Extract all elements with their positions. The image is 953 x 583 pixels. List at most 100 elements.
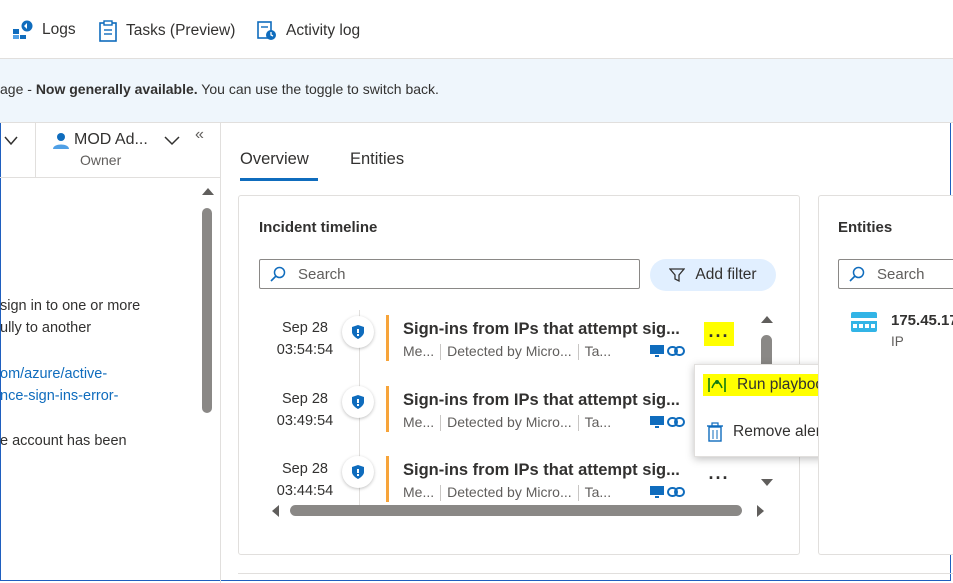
- search-icon: [849, 266, 865, 282]
- severity-bar: [386, 456, 389, 502]
- shield-icon: [342, 456, 374, 488]
- tasks-button[interactable]: Tasks (Preview): [98, 20, 235, 42]
- scroll-up-arrow[interactable]: [760, 314, 774, 324]
- event-meta: Me... Detected by Micro... Ta...: [403, 343, 612, 361]
- tab-entities[interactable]: Entities: [350, 150, 404, 169]
- entity-type: IP: [891, 334, 904, 349]
- left-scrollbar-thumb[interactable]: [202, 208, 212, 413]
- event-meta-severity: Me...: [403, 484, 435, 500]
- banner-text: age - Now generally available. You can u…: [0, 81, 439, 97]
- shield-icon: [342, 386, 374, 418]
- entities-title: Entities: [838, 219, 893, 236]
- event-date-time: 03:44:54: [276, 483, 334, 499]
- activity-log-button[interactable]: Activity log: [256, 20, 360, 42]
- link-icon: [667, 417, 685, 427]
- info-banner: age - Now generally available. You can u…: [0, 58, 953, 123]
- link-icon: [667, 487, 685, 497]
- timeline-search-input[interactable]: Search: [259, 259, 640, 289]
- owner-dropdown[interactable]: MOD Ad... Owner: [52, 130, 192, 170]
- event-meta: Me... Detected by Micro... Ta...: [403, 414, 612, 432]
- owner-role: Owner: [80, 152, 122, 168]
- scroll-down-arrow[interactable]: [760, 478, 774, 488]
- severity-bar: [386, 386, 389, 432]
- add-filter-button[interactable]: Add filter: [650, 259, 776, 291]
- lower-card-edge: [238, 573, 953, 574]
- shield-icon: [342, 316, 374, 348]
- filter-icon: [669, 268, 686, 283]
- event-date-time: 03:49:54: [276, 413, 334, 429]
- event-meta-source: Detected by Micro...: [447, 343, 572, 359]
- remove-alert-menu-item[interactable]: Remove alert: [707, 422, 825, 442]
- event-meta-tactic: Ta...: [584, 343, 612, 359]
- more-options-button[interactable]: ...: [704, 322, 734, 346]
- event-date-day: Sep 28: [282, 320, 328, 336]
- header-divider: [35, 122, 36, 177]
- trash-icon: [707, 422, 723, 442]
- event-title: Sign-ins from IPs that attempt sig...: [403, 391, 680, 409]
- scroll-up-arrow[interactable]: [201, 186, 215, 196]
- timeline-hscroll-thumb[interactable]: [290, 505, 742, 516]
- event-date-day: Sep 28: [282, 391, 328, 407]
- banner-bold: Now generally available.: [35, 81, 198, 97]
- host-icon: [650, 486, 664, 498]
- event-title: Sign-ins from IPs that attempt sig...: [403, 320, 680, 338]
- incident-timeline-title: Incident timeline: [259, 219, 378, 236]
- entities-card: [818, 195, 953, 555]
- scroll-right-arrow[interactable]: [756, 504, 766, 518]
- event-meta-severity: Me...: [403, 343, 435, 359]
- banner-prefix: age -: [0, 81, 36, 97]
- event-meta-tactic: Ta...: [584, 414, 612, 430]
- incident-header-row: MOD Ad... Owner «: [0, 122, 220, 178]
- left-text-line: ully to another: [0, 320, 92, 336]
- playbook-icon: [708, 378, 726, 392]
- owner-name: MOD Ad...: [74, 131, 148, 148]
- link-icon: [667, 346, 685, 356]
- activity-log-label: Activity log: [286, 22, 361, 39]
- search-icon: [270, 266, 286, 282]
- event-entity-icons: [649, 414, 685, 430]
- logs-button[interactable]: Logs: [12, 20, 76, 40]
- active-tab-indicator: [240, 178, 318, 181]
- event-date: Sep 28 03:54:54: [270, 317, 340, 361]
- event-entity-icons: [649, 484, 685, 500]
- event-meta-severity: Me...: [403, 414, 435, 430]
- entities-search-input[interactable]: Search: [838, 259, 953, 289]
- documentation-link[interactable]: nce-sign-ins-error-: [0, 388, 118, 404]
- user-icon: [53, 133, 69, 149]
- event-date-day: Sep 28: [282, 461, 328, 477]
- host-icon: [650, 345, 664, 357]
- documentation-link[interactable]: om/azure/active-: [0, 366, 107, 382]
- search-placeholder: Search: [877, 265, 925, 283]
- event-meta-source: Detected by Micro...: [447, 414, 572, 430]
- logs-label: Logs: [42, 21, 76, 38]
- event-meta-tactic: Ta...: [584, 484, 612, 500]
- event-date: Sep 28 03:49:54: [270, 388, 340, 432]
- severity-bar: [386, 315, 389, 361]
- event-entity-icons: [649, 343, 685, 359]
- left-text-line: sign in to one or more: [0, 298, 141, 314]
- event-title: Sign-ins from IPs that attempt sig...: [403, 461, 680, 479]
- remove-alert-label: Remove alert: [733, 423, 826, 440]
- collapse-panel-icon[interactable]: «: [195, 126, 204, 144]
- event-meta: Me... Detected by Micro... Ta...: [403, 484, 612, 502]
- search-placeholder: Search: [298, 265, 346, 283]
- tasks-label: Tasks (Preview): [126, 22, 236, 39]
- chevron-down-icon: [164, 136, 180, 146]
- event-date: Sep 28 03:44:54: [270, 458, 340, 502]
- scroll-left-arrow[interactable]: [270, 504, 280, 518]
- add-filter-label: Add filter: [695, 266, 757, 283]
- ip-address-icon: [851, 312, 877, 332]
- entity-name: 175.45.17: [891, 312, 953, 329]
- left-text-line: e account has been: [0, 433, 127, 449]
- event-meta-source: Detected by Micro...: [447, 484, 572, 500]
- left-details-panel: [0, 122, 221, 583]
- tab-overview[interactable]: Overview: [240, 150, 309, 169]
- host-icon: [650, 416, 664, 428]
- logs-icon: [13, 20, 33, 39]
- more-options-button[interactable]: ...: [704, 464, 734, 486]
- event-date-time: 03:54:54: [276, 342, 334, 358]
- chevron-down-icon[interactable]: [4, 136, 18, 146]
- banner-rest: You can use the toggle to switch back.: [197, 81, 439, 97]
- clipboard-icon: [99, 20, 117, 42]
- activity-log-icon: [257, 21, 276, 40]
